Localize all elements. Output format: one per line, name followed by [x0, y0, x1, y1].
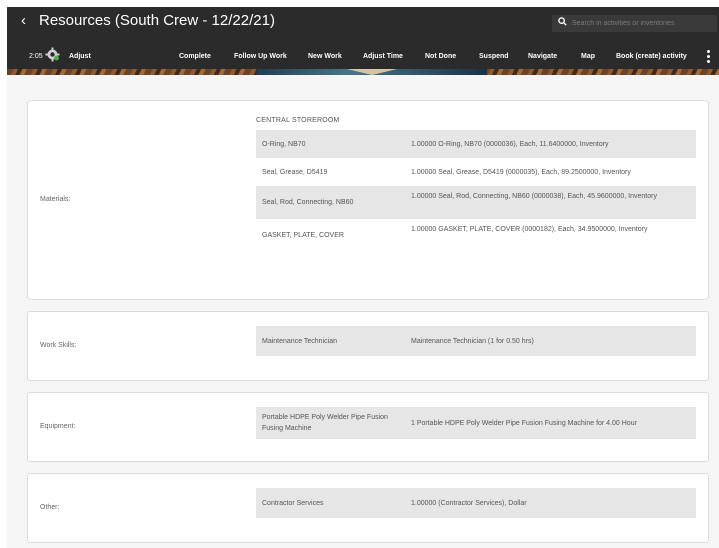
work-skills-section: Work Skills: Maintenance Technician Main…	[27, 311, 709, 381]
material-detail: 1.00000 Seal, Rod, Connecting, NB60 (000…	[411, 193, 657, 200]
app-header: ‹ Resources (South Crew - 12/22/21) 2:05…	[7, 7, 719, 75]
equipment-detail: 1 Portable HDPE Poly Welder Pipe Fusion …	[411, 420, 637, 427]
material-name: Seal, Grease, D5419	[262, 169, 328, 176]
other-section: Other: Contractor Services 1.00000 (Cont…	[27, 473, 709, 543]
other-name: Contractor Services	[262, 500, 324, 507]
material-row: Seal, Grease, D5419 1.00000 Seal, Grease…	[256, 158, 696, 186]
equipment-name: Portable HDPE Poly Welder Pipe Fusion Fu…	[262, 414, 388, 432]
map-button[interactable]: Map	[581, 53, 595, 60]
search-icon[interactable]	[552, 15, 572, 32]
work-skill-name: Maintenance Technician	[262, 338, 337, 345]
resources-content: Materials: CENTRAL STOREROOM O-Ring, NB7…	[7, 75, 719, 548]
title-bar: ‹ Resources (South Crew - 12/22/21)	[7, 7, 719, 37]
complete-button[interactable]: Complete	[179, 53, 211, 60]
clock-time: 2:05	[29, 53, 43, 60]
materials-label: Materials:	[40, 196, 71, 203]
adjust-button[interactable]: Adjust	[69, 53, 91, 60]
material-row: Seal, Rod, Connecting, NB60 1.00000 Seal…	[256, 186, 696, 219]
equipment-row: Portable HDPE Poly Welder Pipe Fusion Fu…	[256, 407, 696, 439]
chevron-left-icon[interactable]: ‹	[21, 13, 26, 29]
page-title: Resources (South Crew - 12/22/21)	[39, 12, 275, 29]
not-done-button[interactable]: Not Done	[425, 53, 456, 60]
action-toolbar: 2:05 Adjust Complete Follow Up Work New …	[7, 41, 719, 69]
book-activity-button[interactable]: Book (create) activity	[616, 53, 687, 60]
search-box[interactable]	[552, 15, 717, 32]
equipment-section: Equipment: Portable HDPE Poly Welder Pip…	[27, 392, 709, 462]
material-name: Seal, Rod, Connecting, NB60	[262, 199, 354, 206]
adjust-icon[interactable]	[45, 47, 60, 62]
other-label: Other:	[40, 504, 60, 511]
storeroom-heading: CENTRAL STOREROOM	[256, 117, 340, 124]
material-detail: 1.00000 Seal, Grease, D5419 (0000035), E…	[411, 169, 631, 176]
work-skill-detail: Maintenance Technician (1 for 0.50 hrs)	[411, 338, 534, 345]
other-detail: 1.00000 (Contractor Services), Dollar	[411, 500, 527, 507]
material-name: GASKET, PLATE, COVER	[262, 232, 344, 239]
other-row: Contractor Services 1.00000 (Contractor …	[256, 488, 696, 518]
work-skills-label: Work Skills:	[40, 342, 77, 349]
material-name: O-Ring, NB70	[262, 141, 306, 148]
kebab-menu-icon[interactable]	[707, 50, 711, 65]
equipment-label: Equipment:	[40, 423, 76, 430]
search-input[interactable]	[572, 15, 717, 32]
materials-section: Materials: CENTRAL STOREROOM O-Ring, NB7…	[27, 100, 709, 300]
work-skill-row: Maintenance Technician Maintenance Techn…	[256, 326, 696, 356]
material-detail: 1.00000 GASKET, PLATE, COVER (0000182), …	[411, 226, 648, 233]
new-work-button[interactable]: New Work	[308, 53, 342, 60]
material-detail: 1.00000 O-Ring, NB70 (0000036), Each, 11…	[411, 141, 609, 148]
adjust-time-button[interactable]: Adjust Time	[363, 53, 403, 60]
navigate-button[interactable]: Navigate	[528, 53, 557, 60]
follow-up-work-button[interactable]: Follow Up Work	[234, 53, 287, 60]
suspend-button[interactable]: Suspend	[479, 53, 509, 60]
material-row: GASKET, PLATE, COVER 1.00000 GASKET, PLA…	[256, 219, 696, 252]
material-row: O-Ring, NB70 1.00000 O-Ring, NB70 (00000…	[256, 130, 696, 158]
